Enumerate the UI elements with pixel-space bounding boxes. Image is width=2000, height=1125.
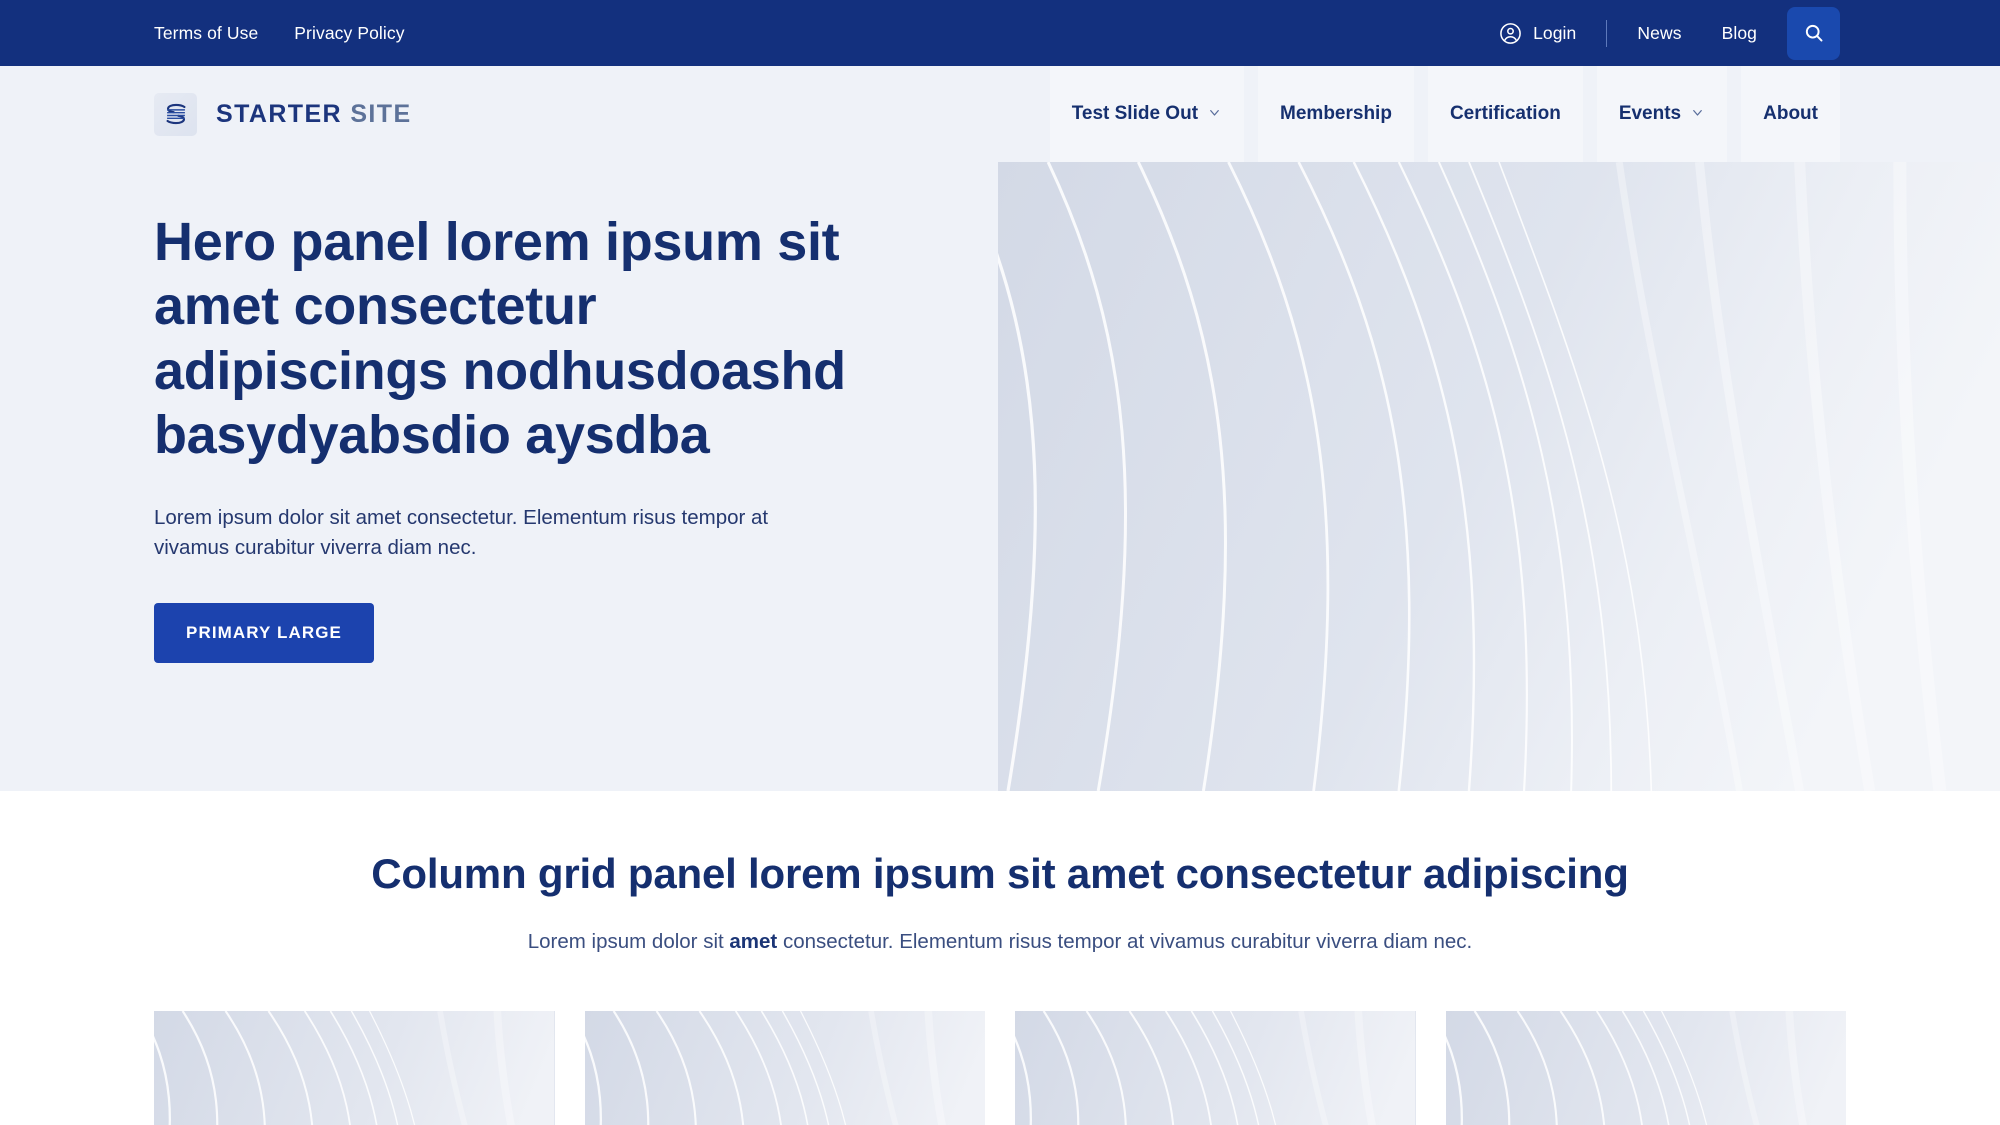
subtitle-part-1: Lorem ipsum dolor sit <box>527 930 730 953</box>
nav-item-membership[interactable]: Membership <box>1258 66 1414 162</box>
topbar-right-links: Login News Blog <box>1499 6 1840 60</box>
topbar-left-links: Terms of Use Privacy Policy <box>154 23 405 44</box>
nav-item-events[interactable]: Events <box>1596 66 1728 162</box>
chevron-down-icon <box>1207 104 1222 126</box>
privacy-policy-link[interactable]: Privacy Policy <box>294 23 404 44</box>
news-link[interactable]: News <box>1637 23 1681 44</box>
hero-section: Hero panel lorem ipsum sit amet consecte… <box>0 162 2000 791</box>
blog-link[interactable]: Blog <box>1722 23 1757 44</box>
abstract-lines-graphic <box>1015 1011 1416 1125</box>
nav-item-test-slide-out[interactable]: Test Slide Out <box>1049 66 1245 162</box>
nav-item-about[interactable]: About <box>1741 66 1840 162</box>
card-grid <box>0 1011 2000 1125</box>
abstract-lines-graphic <box>584 1011 985 1125</box>
column-grid-section: Column grid panel lorem ipsum sit amet c… <box>0 791 2000 1125</box>
card-image-4[interactable] <box>1445 1011 1846 1125</box>
nav-label: Certification <box>1449 103 1561 124</box>
login-label: Login <box>1533 22 1577 43</box>
subtitle-part-2: consectetur. Elementum risus tempor at v… <box>777 930 1473 953</box>
topbar-divider <box>1606 19 1608 47</box>
brand-logo[interactable]: STARTER SITE <box>154 92 412 136</box>
account-circle-icon <box>1499 22 1522 45</box>
brand-word-primary: STARTER <box>216 99 342 128</box>
login-link[interactable]: Login <box>1499 22 1576 45</box>
card-image-3[interactable] <box>1015 1011 1416 1125</box>
search-button[interactable] <box>1787 6 1840 60</box>
search-icon <box>1803 22 1825 44</box>
nav-label: Events <box>1618 103 1682 124</box>
brand-word-secondary: SITE <box>350 99 412 128</box>
card-image-1[interactable] <box>154 1011 555 1125</box>
site-header: STARTER SITE Test Slide Out Membership C… <box>0 66 2000 162</box>
hero-copy: Hero panel lorem ipsum sit amet consecte… <box>154 210 854 664</box>
nav-label: Test Slide Out <box>1071 103 1199 124</box>
subtitle-emphasis: amet <box>729 930 778 953</box>
hero-subtitle: Lorem ipsum dolor sit amet consectetur. … <box>154 506 769 559</box>
nav-label: Membership <box>1280 103 1392 124</box>
abstract-lines-graphic <box>1445 1011 1846 1125</box>
nav-item-certification[interactable]: Certification <box>1427 66 1583 162</box>
hero-image <box>998 162 2000 791</box>
main-navigation: Test Slide Out Membership Certification … <box>1049 66 1840 162</box>
card-image-2[interactable] <box>584 1011 985 1125</box>
hero-primary-cta-button[interactable]: PRIMARY LARGE <box>154 603 374 664</box>
top-utility-bar: Terms of Use Privacy Policy Login News B… <box>0 0 2000 66</box>
abstract-lines-graphic <box>998 162 2000 791</box>
column-grid-title: Column grid panel lorem ipsum sit amet c… <box>371 850 1629 897</box>
terms-of-use-link[interactable]: Terms of Use <box>154 23 258 44</box>
brand-wordmark: STARTER SITE <box>216 100 412 129</box>
hero-title: Hero panel lorem ipsum sit amet consecte… <box>154 212 846 465</box>
topbar-secondary-links: News Blog <box>1637 23 1757 44</box>
chevron-down-icon <box>1690 104 1705 126</box>
column-grid-subtitle: Lorem ipsum dolor sit amet consectetur. … <box>0 930 2000 954</box>
abstract-lines-graphic <box>154 1011 555 1125</box>
nav-label: About <box>1763 103 1818 124</box>
stacked-s-logo-icon <box>154 92 197 136</box>
